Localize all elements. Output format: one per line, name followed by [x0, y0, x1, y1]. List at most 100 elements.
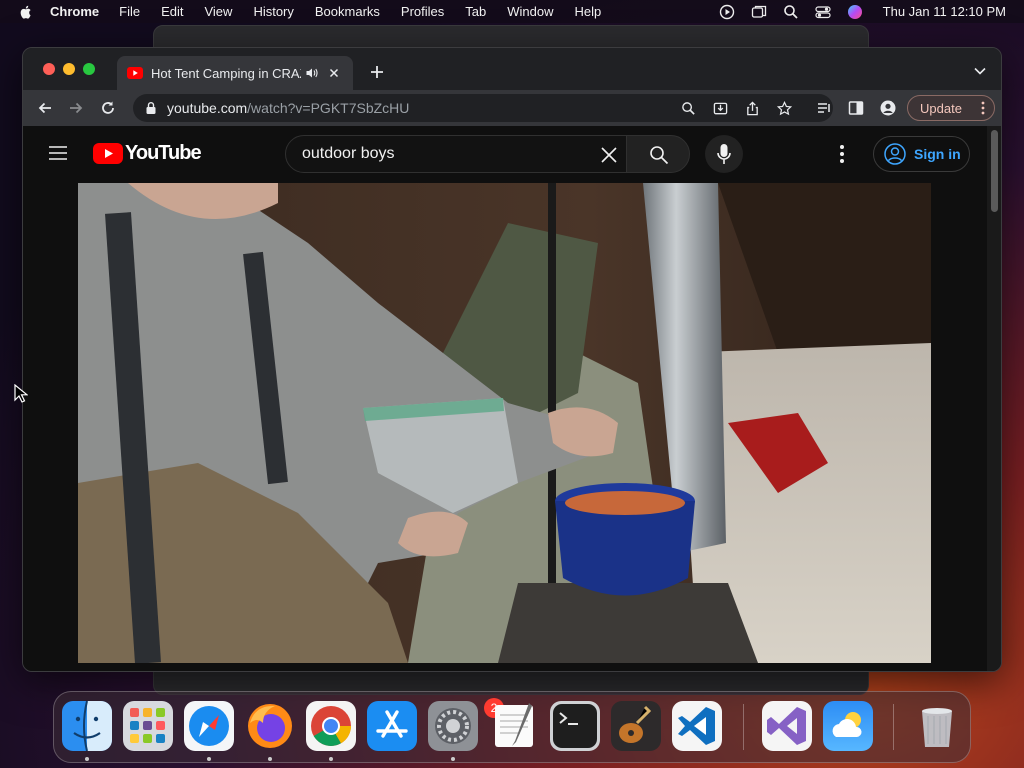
- account-circle-icon: [884, 143, 906, 165]
- url-host: youtube.com: [167, 100, 248, 116]
- youtube-favicon-icon: [127, 67, 143, 79]
- reload-icon[interactable]: [100, 100, 116, 116]
- apple-menu-icon[interactable]: [18, 4, 34, 20]
- vscode-icon: [672, 701, 722, 751]
- sign-in-label: Sign in: [914, 146, 961, 162]
- chrome-icon: [306, 701, 356, 751]
- clear-search-icon[interactable]: [600, 146, 618, 164]
- youtube-play-logo-icon: [93, 143, 123, 164]
- app-store-icon: [367, 701, 417, 751]
- dock-running-indicator: [85, 757, 89, 761]
- scrollbar-thumb[interactable]: [991, 130, 998, 212]
- youtube-logo[interactable]: YouTube: [93, 142, 202, 165]
- settings-gear-icon: [428, 701, 478, 751]
- textedit-icon: [495, 703, 533, 747]
- launchpad-icon: [123, 701, 173, 751]
- address-bar[interactable]: youtube.com/watch?v=PGKT7SbZcHU: [133, 94, 833, 122]
- share-icon[interactable]: [745, 101, 760, 116]
- menu-profiles[interactable]: Profiles: [401, 4, 444, 19]
- more-menu-icon[interactable]: [981, 101, 985, 115]
- firefox-icon: [248, 704, 292, 748]
- browser-window: Hot Tent Camping in CRAZ youtube.com/wat…: [22, 47, 1002, 672]
- youtube-header: YouTube outdoor boys Sign in: [23, 126, 1001, 182]
- terminal-icon: [550, 701, 600, 751]
- profile-avatar-icon[interactable]: [880, 100, 896, 116]
- new-tab-icon[interactable]: [369, 64, 385, 80]
- install-app-icon[interactable]: [713, 101, 728, 116]
- search-input[interactable]: outdoor boys: [285, 135, 627, 173]
- mouse-cursor-icon: [14, 384, 28, 403]
- window-icon[interactable]: [751, 4, 767, 20]
- search-icon: [650, 146, 669, 165]
- menu-bookmarks[interactable]: Bookmarks: [315, 4, 380, 19]
- close-tab-icon[interactable]: [327, 66, 341, 80]
- voice-search-button[interactable]: [705, 135, 743, 173]
- update-label: Update: [920, 100, 962, 116]
- weather-icon: [823, 701, 873, 751]
- zoom-search-icon[interactable]: [681, 101, 696, 116]
- dock-app-store[interactable]: [367, 701, 417, 751]
- microphone-icon: [717, 144, 731, 164]
- dock-terminal[interactable]: [550, 701, 600, 751]
- dock-running-indicator: [329, 757, 333, 761]
- dock-google-chrome[interactable]: [306, 701, 356, 751]
- dock-finder[interactable]: [62, 701, 112, 751]
- siri-icon[interactable]: [847, 4, 863, 20]
- menu-window[interactable]: Window: [507, 4, 553, 19]
- dock-safari[interactable]: [184, 701, 234, 751]
- dock-visual-studio-code[interactable]: [672, 701, 722, 751]
- menu-app-name[interactable]: Chrome: [50, 4, 99, 19]
- bookmark-star-icon[interactable]: [777, 101, 792, 116]
- tab-strip: Hot Tent Camping in CRAZ: [23, 48, 1001, 90]
- dock-trash[interactable]: [912, 701, 962, 751]
- control-center-icon[interactable]: [815, 4, 831, 20]
- search-query: outdoor boys: [302, 145, 395, 162]
- dock-running-indicator: [268, 757, 272, 761]
- hamburger-menu-icon[interactable]: [49, 146, 67, 160]
- dock-running-indicator: [207, 757, 211, 761]
- spotlight-search-icon[interactable]: [783, 4, 799, 20]
- menu-clock[interactable]: Thu Jan 11 12:10 PM: [883, 4, 1006, 19]
- dock-weather[interactable]: [823, 701, 873, 751]
- settings-kebab-icon[interactable]: [839, 144, 845, 164]
- dock-firefox[interactable]: [245, 701, 295, 751]
- browser-toolbar: youtube.com/watch?v=PGKT7SbZcHU Update: [23, 90, 1001, 126]
- video-frame-image: [78, 183, 931, 663]
- minimize-window-button[interactable]: [63, 63, 75, 75]
- play-circle-icon[interactable]: [719, 4, 735, 20]
- safari-icon: [184, 701, 234, 751]
- dock-textedit[interactable]: [489, 701, 539, 751]
- menu-edit[interactable]: Edit: [161, 4, 183, 19]
- tab-search-chevron-icon[interactable]: [973, 66, 987, 76]
- menu-help[interactable]: Help: [575, 4, 602, 19]
- dock-garageband[interactable]: [611, 701, 661, 751]
- menu-view[interactable]: View: [204, 4, 232, 19]
- dock-visual-studio[interactable]: [762, 701, 812, 751]
- menu-history[interactable]: History: [253, 4, 293, 19]
- menu-tab[interactable]: Tab: [465, 4, 486, 19]
- dock-running-indicator: [451, 757, 455, 761]
- search-button[interactable]: [626, 135, 690, 173]
- back-icon[interactable]: [37, 100, 53, 116]
- site-info-icon[interactable]: [145, 101, 157, 115]
- page-scrollbar[interactable]: [987, 126, 1001, 671]
- dock-separator: [893, 704, 894, 750]
- garageband-guitar-icon: [611, 701, 661, 751]
- dock-system-settings[interactable]: [428, 701, 478, 751]
- update-button[interactable]: Update: [907, 95, 995, 121]
- visual-studio-icon: [762, 701, 812, 751]
- url-path: /watch?v=PGKT7SbZcHU: [247, 100, 410, 116]
- zoom-window-button[interactable]: [83, 63, 95, 75]
- video-player[interactable]: [78, 183, 931, 663]
- dock: 2: [53, 691, 971, 763]
- speaker-icon[interactable]: [305, 66, 319, 80]
- dock-launchpad[interactable]: [123, 701, 173, 751]
- menu-file[interactable]: File: [119, 4, 140, 19]
- finder-icon: [62, 701, 112, 751]
- side-panel-icon[interactable]: [848, 100, 864, 116]
- sign-in-button[interactable]: Sign in: [873, 136, 970, 172]
- forward-icon[interactable]: [68, 100, 84, 116]
- reading-list-icon[interactable]: [816, 100, 832, 116]
- tab-active[interactable]: Hot Tent Camping in CRAZ: [117, 56, 353, 90]
- close-window-button[interactable]: [43, 63, 55, 75]
